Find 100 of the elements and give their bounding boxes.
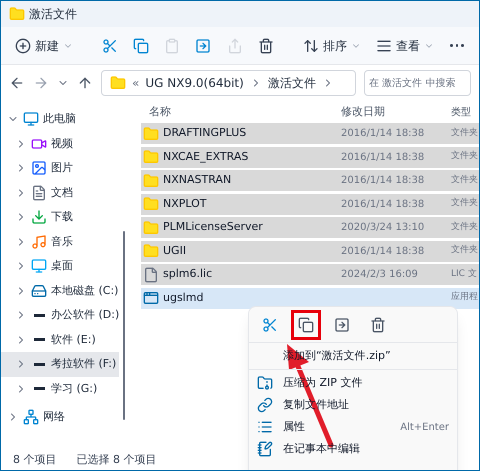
toolbar-menu-button[interactable]: 查看 [370, 32, 440, 60]
file-icon [143, 266, 159, 282]
image-icon [31, 160, 47, 176]
folder-icon [9, 6, 25, 22]
file-name: UGII [163, 242, 186, 259]
drive-icon [34, 387, 44, 390]
drive-icon [34, 362, 44, 366]
nav-item[interactable]: 文档 [1, 180, 119, 205]
breadcrumb[interactable]: 激活文件 [268, 74, 316, 92]
up-icon[interactable] [77, 75, 93, 91]
address-field[interactable]: « UG NX9.0(64bit) 激活文件 [101, 70, 356, 96]
file-row[interactable]: NXNASTRAN 2016/1/14 18:38 文件夹 [141, 170, 479, 191]
date-cell-text: 2016/1/14 18:38 [341, 174, 426, 188]
scissors-icon [262, 316, 278, 332]
date-cell-text: 2020/3/24 13:10 [341, 221, 426, 235]
item-count: 8 个项目 [13, 452, 56, 468]
type-cell-text: 文件夹 [450, 126, 478, 140]
lines-icon [376, 38, 392, 54]
date-cell-text: 2016/1/14 18:38 [341, 127, 426, 141]
type-cell-text: 文件夹 [450, 174, 478, 187]
network-icon [23, 409, 39, 426]
nav-item[interactable]: 音乐 [1, 230, 119, 254]
nav-item[interactable]: 此电脑 [1, 107, 119, 132]
back-icon[interactable] [9, 75, 25, 91]
link-icon [257, 397, 273, 413]
file-name: NXNASTRAN [163, 172, 232, 188]
folder-icon [143, 126, 159, 142]
list-icon [257, 419, 273, 435]
nav-item[interactable]: 软件 (E:) [1, 328, 119, 352]
window-title: 激活文件 [29, 6, 77, 23]
breadcrumb-overflow[interactable]: « [132, 74, 140, 92]
nav-item[interactable]: 学习 (G:) [1, 376, 119, 401]
file-name: DRAFTINGPLUS [163, 125, 246, 142]
document-icon [31, 184, 47, 201]
folder-icon [143, 220, 159, 236]
nav-item[interactable]: 下载 [1, 205, 119, 230]
folder-icon [143, 149, 159, 165]
file-row[interactable]: ugslmd 应用程 [141, 288, 479, 308]
drive-icon [34, 338, 44, 342]
date-cell-text: 2016/1/14 18:38 [341, 198, 426, 212]
download-icon [31, 209, 47, 226]
type-cell-text: 文件夹 [450, 220, 478, 234]
type-cell-text: 文件夹 [450, 244, 478, 258]
copy-icon [298, 316, 314, 332]
forward-icon[interactable] [33, 75, 49, 91]
file-name: splm6.lic [163, 266, 212, 282]
app-icon [143, 290, 159, 306]
trash-icon [258, 38, 274, 54]
column-header[interactable]: 修改日期 [341, 104, 445, 120]
nav-item[interactable]: 办公软件 (D:) [1, 303, 119, 328]
file-name: NXPLOT [163, 196, 207, 212]
folder-icon [110, 75, 126, 91]
nav-item[interactable]: 本地磁盘 (C:) [1, 278, 119, 303]
drive-icon [34, 314, 44, 317]
nav-item[interactable]: 考拉软件 (F:) [1, 352, 119, 376]
menu-icon-button[interactable] [291, 310, 321, 340]
clipboard-icon [164, 38, 180, 54]
notepad-icon [257, 441, 273, 457]
file-row[interactable]: DRAFTINGPLUS 2016/1/14 18:38 文件夹 [141, 123, 479, 144]
file-name: NXCAE_EXTRAS [163, 148, 248, 165]
file-row[interactable]: NXPLOT 2016/1/14 18:38 文件夹 [141, 194, 479, 214]
more-icon [450, 44, 464, 47]
file-row[interactable]: PLMLicenseServer 2020/3/24 13:10 文件夹 [141, 217, 479, 238]
date-cell-text: 2016/1/14 18:38 [341, 244, 426, 258]
column-header[interactable]: 类型 [445, 104, 471, 120]
nav-item[interactable]: 视频 [1, 132, 119, 156]
type-cell-text: LIC 文 [450, 268, 477, 281]
nav-item[interactable]: 网络 [1, 405, 119, 430]
trash-icon [370, 316, 386, 332]
menu-item-label: 属性 [283, 418, 306, 435]
breadcrumb[interactable]: UG NX9.0(64bit) [145, 74, 244, 92]
file-name: PLMLicenseServer [163, 219, 263, 236]
file-row[interactable]: NXCAE_EXTRAS 2016/1/14 18:38 文件夹 [141, 146, 479, 168]
zip-folder-icon [257, 375, 273, 391]
music-icon [31, 234, 47, 250]
toolbar-menu-button[interactable]: 排序 [296, 32, 367, 60]
menu-item[interactable]: 在记事本中编辑 [249, 438, 457, 460]
scissors-icon [102, 38, 118, 54]
date-cell-text: 2016/1/14 18:38 [341, 150, 426, 164]
column-header[interactable]: 名称 [141, 104, 341, 120]
rename-icon [334, 316, 350, 332]
menu-item[interactable]: 属性 Alt+Enter [249, 416, 457, 438]
file-row[interactable]: UGII 2016/1/14 18:38 文件夹 [141, 240, 479, 262]
folder-icon [143, 172, 159, 188]
type-cell-text: 文件夹 [450, 150, 478, 164]
menu-item-label: 在记事本中编辑 [283, 440, 361, 457]
share-icon [226, 38, 243, 54]
folder-icon [143, 196, 159, 212]
nav-item[interactable]: 图片 [1, 156, 119, 180]
plus-circle-icon [15, 38, 31, 54]
selection-count: 已选择 8 个项目 [76, 452, 156, 468]
scrollbar[interactable] [123, 231, 125, 420]
sort-icon [302, 38, 319, 54]
date-cell-text: 2024/2/3 16:09 [341, 268, 419, 282]
nav-item[interactable]: 桌面 [1, 254, 119, 278]
file-name: ugslmd [163, 290, 204, 306]
copy-icon [133, 38, 150, 54]
search-field[interactable]: 在 激活文件 中搜索 [364, 70, 471, 96]
toolbar-menu-button[interactable]: 新建 [9, 32, 79, 60]
file-row[interactable]: splm6.lic 2024/2/3 16:09 LIC 文 [141, 264, 479, 285]
